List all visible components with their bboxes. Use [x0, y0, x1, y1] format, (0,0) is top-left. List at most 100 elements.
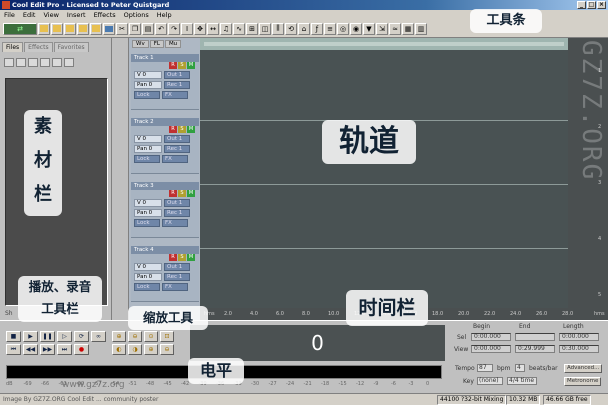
mixer-icon[interactable]: ≡: [324, 22, 336, 35]
go-to-start-button[interactable]: ⏮: [6, 344, 21, 355]
volume-control[interactable]: V 0: [134, 135, 162, 143]
pan-control[interactable]: Pan 0: [134, 273, 162, 281]
spectral-icon[interactable]: ▥: [415, 22, 427, 35]
tab-effects[interactable]: Effects: [24, 42, 53, 52]
edit-file-icon[interactable]: [40, 58, 50, 67]
view-length-field[interactable]: 0:30.000: [559, 345, 599, 353]
redo-icon[interactable]: ↷: [168, 22, 180, 35]
insert-into-mt-icon[interactable]: [52, 58, 62, 67]
tab-files[interactable]: Files: [2, 42, 24, 52]
output-select[interactable]: Out 1: [164, 199, 190, 207]
zoom-left-icon[interactable]: ◐: [112, 344, 126, 355]
marker-icon[interactable]: ▼: [363, 22, 375, 35]
sel-length-field[interactable]: 0:00.000: [559, 333, 599, 341]
menu-effects[interactable]: Effects: [94, 10, 116, 20]
play-button[interactable]: ▶: [23, 331, 38, 342]
loop-editor-icon[interactable]: ◉: [350, 22, 362, 35]
lock-button[interactable]: Lock: [134, 219, 160, 227]
insert-icon[interactable]: ⇲: [376, 22, 388, 35]
tab-wave[interactable]: Wv: [132, 40, 149, 48]
timeline-overview[interactable]: [200, 38, 568, 50]
fx-button[interactable]: FX: [162, 91, 188, 99]
zoom-right-icon[interactable]: ◑: [128, 344, 142, 355]
play-to-end-button[interactable]: ▷: [57, 331, 72, 342]
zoom-full-icon[interactable]: ⊙: [144, 331, 158, 342]
fast-forward-button[interactable]: ▶▶: [40, 344, 55, 355]
scrub-icon[interactable]: ♫: [220, 22, 232, 35]
import-icon[interactable]: [16, 58, 26, 67]
track-name[interactable]: Track 2: [131, 118, 199, 126]
lock-button[interactable]: Lock: [134, 155, 160, 163]
mute-button[interactable]: M: [187, 190, 195, 197]
save-icon[interactable]: [77, 22, 89, 35]
tempo-field[interactable]: 87: [477, 364, 493, 372]
track-name[interactable]: Track 1: [131, 54, 199, 62]
save-all-icon[interactable]: [90, 22, 102, 35]
volume-control[interactable]: V 0: [134, 263, 162, 271]
record-arm-button[interactable]: R: [169, 126, 177, 133]
record-input-select[interactable]: Rec 1: [164, 209, 190, 217]
record-mode-button[interactable]: ∞: [91, 331, 106, 342]
lock-button[interactable]: Lock: [134, 283, 160, 291]
key-select[interactable]: (none): [477, 377, 503, 385]
zoom-out-icon[interactable]: ⊖: [128, 331, 142, 342]
tab-favorites[interactable]: Favorites: [53, 42, 89, 52]
pause-button[interactable]: ❚❚: [40, 331, 55, 342]
mode-toggle-button[interactable]: ⇄: [3, 22, 37, 35]
time-select-icon[interactable]: ↔: [207, 22, 219, 35]
wave-icon[interactable]: ≈: [389, 22, 401, 35]
lock-button[interactable]: Lock: [134, 91, 160, 99]
paste-icon[interactable]: ▤: [142, 22, 154, 35]
group-icon[interactable]: ◫: [259, 22, 271, 35]
output-select[interactable]: Out 1: [164, 135, 190, 143]
output-select[interactable]: Out 1: [164, 263, 190, 271]
zoom-vertical-in-icon[interactable]: ⊕: [144, 344, 158, 355]
view-end-field[interactable]: 0:29.999: [515, 345, 555, 353]
zoom-vertical-out-icon[interactable]: ⊖: [160, 344, 174, 355]
cd-icon[interactable]: ◎: [337, 22, 349, 35]
lock-icon[interactable]: ⌂: [298, 22, 310, 35]
tab-fl[interactable]: FL: [149, 40, 164, 48]
menu-view[interactable]: View: [43, 10, 58, 20]
zoom-in-icon[interactable]: ⊕: [112, 331, 126, 342]
mix-icon[interactable]: [103, 22, 115, 35]
move-tool-icon[interactable]: ✥: [194, 22, 206, 35]
filter-icon[interactable]: [64, 58, 74, 67]
sel-begin-field[interactable]: 0:00.000: [471, 333, 511, 341]
view-begin-field[interactable]: 0:00.000: [471, 345, 511, 353]
mute-button[interactable]: M: [187, 254, 195, 261]
copy-icon[interactable]: ❐: [129, 22, 141, 35]
volume-control[interactable]: V 0: [134, 71, 162, 79]
advanced-button[interactable]: Advanced...: [564, 364, 603, 373]
solo-button[interactable]: S: [178, 62, 186, 69]
metronome-button[interactable]: Metronome: [564, 377, 602, 386]
open-append-icon[interactable]: [64, 22, 76, 35]
select-tool-icon[interactable]: I: [181, 22, 193, 35]
undo-icon[interactable]: ↶: [155, 22, 167, 35]
menu-edit[interactable]: Edit: [23, 10, 36, 20]
new-file-icon[interactable]: [38, 22, 50, 35]
fx-button[interactable]: FX: [162, 219, 188, 227]
solo-button[interactable]: S: [178, 190, 186, 197]
close-file-icon[interactable]: [28, 58, 38, 67]
menu-file[interactable]: File: [4, 10, 15, 20]
record-button[interactable]: ●: [74, 344, 89, 355]
solo-button[interactable]: S: [178, 254, 186, 261]
menu-insert[interactable]: Insert: [67, 10, 86, 20]
multitrack-view[interactable]: [200, 38, 568, 320]
zoom-selection-icon[interactable]: ⊡: [160, 331, 174, 342]
beats-field[interactable]: 4: [515, 364, 525, 372]
record-input-select[interactable]: Rec 1: [164, 273, 190, 281]
snap-icon[interactable]: ⊞: [246, 22, 258, 35]
go-to-end-button[interactable]: ⏭: [57, 344, 72, 355]
pan-control[interactable]: Pan 0: [134, 81, 162, 89]
split-icon[interactable]: ⫼: [272, 22, 284, 35]
loop-play-button[interactable]: ⟳: [74, 331, 89, 342]
maximize-button[interactable]: □: [587, 1, 596, 9]
record-input-select[interactable]: Rec 1: [164, 81, 190, 89]
fx-button[interactable]: FX: [162, 155, 188, 163]
track-name[interactable]: Track 3: [131, 182, 199, 190]
stop-button[interactable]: ■: [6, 331, 21, 342]
record-arm-button[interactable]: R: [169, 190, 177, 197]
open-file-icon[interactable]: [51, 22, 63, 35]
